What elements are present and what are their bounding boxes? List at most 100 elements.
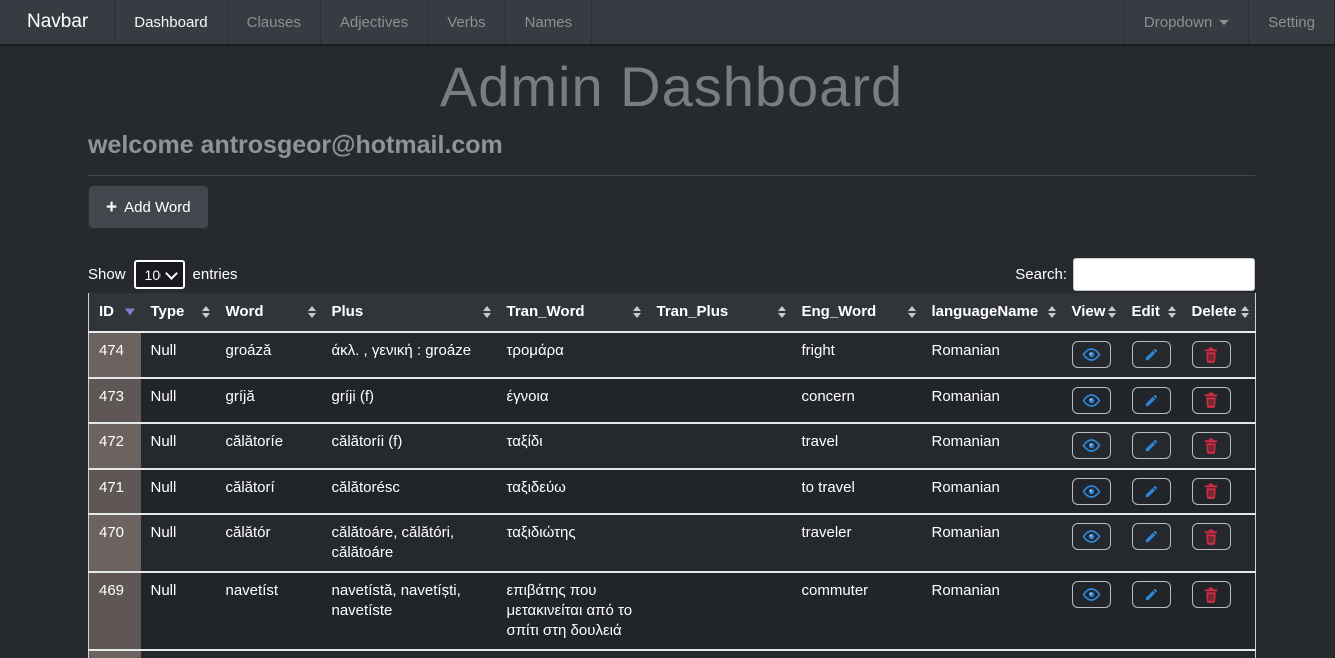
cell: [647, 650, 792, 658]
sort-icon: [633, 306, 641, 318]
delete-button[interactable]: [1192, 341, 1231, 368]
cell-delete: [1182, 423, 1256, 469]
column-label: Delete: [1192, 303, 1237, 320]
add-word-button[interactable]: + Add Word: [88, 185, 209, 229]
cell-language: Romanian: [922, 332, 1062, 378]
cell-tran_word: επιβάτης που μετακινείται από το σπίτι σ…: [497, 572, 647, 650]
view-button[interactable]: [1072, 341, 1111, 368]
pencil-icon: [1144, 393, 1159, 408]
nav-item-dashboard[interactable]: Dashboard: [114, 0, 226, 44]
table-row: 473Nullgríjăgríji (f)έγνοιαconcernRomani…: [89, 378, 1256, 424]
nav-item-adjectives[interactable]: Adjectives: [320, 0, 427, 44]
search-input[interactable]: [1073, 258, 1255, 291]
nav-item-names[interactable]: Names: [505, 0, 593, 44]
sort-icon: [908, 306, 916, 318]
sort-icon: [1108, 306, 1116, 318]
column-header-tran_word[interactable]: Tran_Word: [497, 293, 647, 332]
view-button[interactable]: [1072, 581, 1111, 608]
cell-plus: călătoríi (f): [322, 423, 497, 469]
eye-icon: [1082, 587, 1101, 602]
view-button[interactable]: [1072, 387, 1111, 414]
pencil-icon: [1144, 587, 1159, 602]
column-header-delete[interactable]: Delete: [1182, 293, 1256, 332]
column-header-edit[interactable]: Edit: [1122, 293, 1182, 332]
edit-button[interactable]: [1132, 432, 1171, 459]
trash-icon: [1204, 483, 1218, 499]
column-header-languagename[interactable]: languageName: [922, 293, 1062, 332]
cell-id: 474: [89, 332, 141, 378]
cell-tran_word: ταξίδι: [497, 423, 647, 469]
delete-button[interactable]: [1192, 523, 1231, 550]
delete-button[interactable]: [1192, 387, 1231, 414]
table-row: 474Nullgroázăάκλ. , γενική : groázeτρομά…: [89, 332, 1256, 378]
chevron-down-icon: [1219, 20, 1229, 25]
cell-word: gríjă: [216, 378, 322, 424]
cell-plus: călătorésc: [322, 469, 497, 515]
page-length-select[interactable]: 100: [134, 260, 185, 289]
column-label: Tran_Plus: [657, 303, 729, 320]
edit-button[interactable]: [1132, 523, 1171, 550]
cell-delete: [1182, 332, 1256, 378]
eye-icon: [1082, 438, 1101, 453]
column-header-tran_plus[interactable]: Tran_Plus: [647, 293, 792, 332]
delete-button[interactable]: [1192, 432, 1231, 459]
trash-icon: [1204, 587, 1218, 603]
column-label: View: [1072, 303, 1106, 320]
sort-icon: [1168, 306, 1176, 318]
navbar-links: DashboardClausesAdjectivesVerbsNames: [114, 0, 592, 44]
column-header-plus[interactable]: Plus: [322, 293, 497, 332]
cell-delete: [1182, 378, 1256, 424]
cell-tran_word: έγνοια: [497, 378, 647, 424]
column-header-eng_word[interactable]: Eng_Word: [792, 293, 922, 332]
cell-word: călătorí: [216, 469, 322, 515]
delete-button[interactable]: [1192, 581, 1231, 608]
welcome-message: welcome antrosgeor@hotmail.com: [88, 131, 1255, 160]
cell-edit: [1122, 378, 1182, 424]
column-label: ID: [99, 303, 114, 320]
sort-icon: [308, 306, 316, 318]
pencil-icon: [1144, 529, 1159, 544]
nav-item-dropdown[interactable]: Dropdown: [1124, 0, 1248, 44]
view-button[interactable]: [1072, 523, 1111, 550]
cell-language: Romanian: [922, 572, 1062, 650]
nav-item-setting[interactable]: Setting: [1248, 0, 1335, 44]
column-header-view[interactable]: View: [1062, 293, 1122, 332]
view-button[interactable]: [1072, 478, 1111, 505]
edit-button[interactable]: [1132, 387, 1171, 414]
column-label: Type: [151, 303, 185, 320]
edit-button[interactable]: [1132, 478, 1171, 505]
table-row: 472Nullcălătoríecălătoríi (f)ταξίδιtrave…: [89, 423, 1256, 469]
cell-eng_word: to travel: [792, 469, 922, 515]
column-header-id[interactable]: ID: [89, 293, 141, 332]
divider: [88, 175, 1255, 176]
trash-icon: [1204, 438, 1218, 454]
navbar-brand[interactable]: Navbar: [0, 0, 114, 44]
column-label: Edit: [1132, 303, 1160, 320]
cell-plus: călătoáre, călătóri, călătoáre: [322, 514, 497, 572]
edit-button[interactable]: [1132, 341, 1171, 368]
navbar-right-links: DropdownSetting: [1124, 0, 1335, 44]
add-word-label: Add Word: [124, 199, 190, 216]
cell-view: [1062, 469, 1122, 515]
cell-language: Romanian: [922, 469, 1062, 515]
view-button[interactable]: [1072, 432, 1111, 459]
cell-type: Null: [141, 514, 216, 572]
nav-item-verbs[interactable]: Verbs: [427, 0, 504, 44]
column-header-word[interactable]: Word: [216, 293, 322, 332]
words-table: ID Type WordPlusTran_Word Tran_Plus Eng_Word…: [88, 293, 1256, 658]
cell-plus: άκλ. , γενική : groáze: [322, 332, 497, 378]
cell-id: 470: [89, 514, 141, 572]
edit-button[interactable]: [1132, 581, 1171, 608]
delete-button[interactable]: [1192, 478, 1231, 505]
table-row: 471Nullcălătorícălătoréscταξιδεύωto trav…: [89, 469, 1256, 515]
pencil-icon: [1144, 347, 1159, 362]
sort-icon: [778, 306, 786, 318]
sort-icon: [1048, 306, 1056, 318]
cell: [497, 650, 647, 658]
cell-tran_word: τρομάρα: [497, 332, 647, 378]
table-controls: Show 100 entries Search:: [88, 256, 1255, 293]
column-header-type[interactable]: Type: [141, 293, 216, 332]
cell-plus: navetístă, navetíști, navetíste: [322, 572, 497, 650]
cell-type: Null: [141, 469, 216, 515]
nav-item-clauses[interactable]: Clauses: [227, 0, 320, 44]
